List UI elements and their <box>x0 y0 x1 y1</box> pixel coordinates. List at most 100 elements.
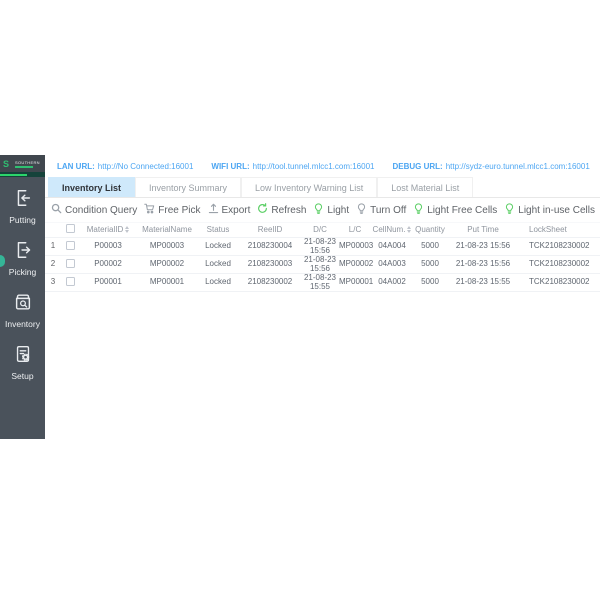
row-checkbox[interactable] <box>65 240 75 250</box>
export-icon <box>208 203 219 217</box>
sort-icon[interactable] <box>125 225 130 233</box>
row-checkbox[interactable] <box>65 258 75 268</box>
debug-url-label: DEBUG URL: <box>392 161 443 171</box>
cell-material-name: MP00003 <box>149 241 185 251</box>
tab-low-inventory-warning-list[interactable]: Low Inventory Warning List <box>241 177 378 197</box>
sidebar-item-picking[interactable]: Picking <box>0 232 45 284</box>
cell-reel-id: 2108230002 <box>247 277 293 287</box>
cell-lock-sheet: TCK2108230002 <box>529 277 590 287</box>
wifi-url-label: WIFI URL: <box>211 161 250 171</box>
search-icon <box>51 203 62 217</box>
row-checkbox[interactable] <box>65 276 75 286</box>
sidebar-item-label: Setup <box>11 371 34 381</box>
cell-dc: 21-08-23 15:55 <box>303 272 337 291</box>
cell-lock-sheet: TCK2108230002 <box>529 241 590 251</box>
cell-quantity: 5000 <box>421 259 439 269</box>
lan-url-label: LAN URL: <box>57 161 95 171</box>
lan-url: LAN URL: http://No Connected:16001 <box>57 162 193 171</box>
main-content: LAN URL: http://No Connected:16001 WIFI … <box>45 155 600 439</box>
select-all-checkbox[interactable] <box>65 224 75 234</box>
url-bar: LAN URL: http://No Connected:16001 WIFI … <box>45 155 600 177</box>
light-in-use-cells-button[interactable]: Light in-use Cells <box>504 203 595 217</box>
wifi-url-link[interactable]: http://tool.tunnel.mlcc1.com:16001 <box>253 162 375 171</box>
cell-put-time: 21-08-23 15:56 <box>455 259 511 269</box>
sort-icon[interactable] <box>407 225 412 233</box>
column-header-material-id[interactable]: MaterialID <box>79 225 137 235</box>
cell-dc: 21-08-23 15:56 <box>303 254 337 273</box>
setup-icon <box>13 344 33 369</box>
picking-icon <box>13 240 33 265</box>
column-header-lc: L/C <box>348 224 362 234</box>
cell-cell-num: 04A003 <box>378 259 406 269</box>
table-row: 1 P00003 MP00003 Locked 2108230004 21-08… <box>45 236 600 256</box>
cell-material-name: MP00002 <box>149 259 185 269</box>
debug-url-link[interactable]: http://sydz-euro.tunnel.mlcc1.com:16001 <box>446 162 590 171</box>
app-window: S SOUTHERN Putting Picking Inventory Set… <box>0 155 600 439</box>
sidebar-item-label: Picking <box>8 267 37 277</box>
sidebar-nav: Putting Picking Inventory Setup <box>0 177 45 388</box>
tab-bar: Inventory List Inventory Summary Low Inv… <box>45 177 600 198</box>
table-row: 3 P00001 MP00001 Locked 2108230002 21-08… <box>45 272 600 292</box>
debug-url: DEBUG URL: http://sydz-euro.tunnel.mlcc1… <box>392 162 589 171</box>
inventory-table: MaterialID MaterialName Status ReelID D/… <box>45 222 600 292</box>
column-header-lock-sheet: LockSheet <box>529 224 567 234</box>
cart-icon <box>144 203 155 217</box>
cell-status: Locked <box>205 259 231 269</box>
wifi-url: WIFI URL: http://tool.tunnel.mlcc1.com:1… <box>211 162 374 171</box>
cell-reel-id: 2108230004 <box>247 241 293 251</box>
lan-url-link[interactable]: http://No Connected:16001 <box>98 162 194 171</box>
toolbar: Condition Query Free Pick Export Refresh <box>45 198 600 222</box>
column-header-reel-id: ReelID <box>257 224 283 234</box>
refresh-button[interactable]: Refresh <box>257 203 306 217</box>
column-header-dc: D/C <box>313 224 327 234</box>
sidebar-item-setup[interactable]: Setup <box>0 336 45 388</box>
bulb-off-icon <box>356 203 367 217</box>
cell-dc: 21-08-23 15:56 <box>303 236 337 255</box>
turn-off-button[interactable]: Turn Off <box>356 203 406 217</box>
cell-material-id: P00003 <box>94 241 122 251</box>
cell-put-time: 21-08-23 15:56 <box>455 241 511 251</box>
logo-text: SOUTHERN <box>15 159 40 165</box>
column-header-quantity: Quantity <box>415 224 445 234</box>
sidebar-item-putting[interactable]: Putting <box>0 180 45 232</box>
cell-put-time: 21-08-23 15:55 <box>455 277 511 287</box>
cell-reel-id: 2108230003 <box>247 259 293 269</box>
refresh-icon <box>257 203 268 217</box>
export-button[interactable]: Export <box>208 203 250 217</box>
light-free-cells-button[interactable]: Light Free Cells <box>413 203 497 217</box>
bulb-icon <box>313 203 324 217</box>
logo-icon: S <box>3 158 10 169</box>
inventory-icon <box>13 292 33 317</box>
cell-status: Locked <box>205 241 231 251</box>
app-logo: S SOUTHERN <box>0 155 45 172</box>
cell-cell-num: 04A004 <box>378 241 406 251</box>
cell-lc: MP00003 <box>339 241 374 251</box>
bulb-icon <box>413 203 424 217</box>
cell-lc: MP00001 <box>339 277 374 287</box>
row-index: 2 <box>50 259 56 269</box>
cell-material-id: P00001 <box>94 277 122 287</box>
tab-lost-material-list[interactable]: Lost Material List <box>377 177 474 197</box>
cell-material-name: MP00001 <box>149 277 185 287</box>
condition-query-button[interactable]: Condition Query <box>51 203 137 217</box>
cell-cell-num: 04A002 <box>378 277 406 287</box>
table-header-row: MaterialID MaterialName Status ReelID D/… <box>45 222 600 238</box>
column-header-put-time: Put Time <box>467 224 499 234</box>
column-header-material-name: MaterialName <box>142 224 192 234</box>
tab-inventory-summary[interactable]: Inventory Summary <box>135 177 242 197</box>
row-index: 3 <box>50 277 56 287</box>
logo-subtitle-bar <box>15 165 33 168</box>
column-header-cell-num[interactable]: CellNum. <box>371 225 413 235</box>
cell-lock-sheet: TCK2108230002 <box>529 259 590 269</box>
free-pick-button[interactable]: Free Pick <box>144 203 201 217</box>
cell-quantity: 5000 <box>421 241 439 251</box>
sidebar-item-label: Putting <box>9 215 36 225</box>
sidebar-item-label: Inventory <box>5 319 40 329</box>
column-header-status: Status <box>206 224 230 234</box>
putting-icon <box>13 188 33 213</box>
tab-inventory-list[interactable]: Inventory List <box>48 177 136 197</box>
light-button[interactable]: Light <box>313 203 349 217</box>
sidebar-item-inventory[interactable]: Inventory <box>0 284 45 336</box>
table-row: 2 P00002 MP00002 Locked 2108230003 21-08… <box>45 254 600 274</box>
sidebar: S SOUTHERN Putting Picking Inventory Set… <box>0 155 45 439</box>
